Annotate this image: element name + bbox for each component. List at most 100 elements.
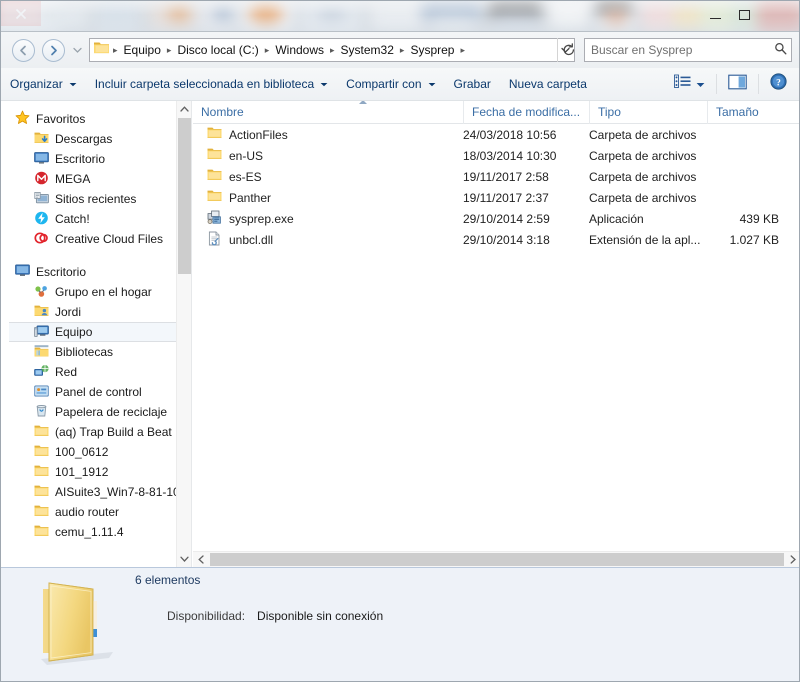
column-header-tipo[interactable]: Tipo	[589, 100, 707, 124]
scroll-down-arrow-icon[interactable]	[177, 551, 191, 567]
share-with-button[interactable]: Compartir con	[337, 72, 444, 97]
breadcrumb-separator: ▸	[166, 45, 172, 55]
breadcrumb-bar[interactable]: ▸ Equipo ▸ Disco local (C:) ▸ Windows ▸ …	[89, 38, 575, 62]
file-size	[707, 124, 793, 145]
file-type: Aplicación	[589, 211, 644, 226]
sidebar-item-papelera-de-reciclaje[interactable]: Papelera de reciclaje	[1, 402, 177, 422]
scroll-left-arrow-icon[interactable]	[193, 552, 209, 567]
file-name: ActionFiles	[229, 127, 288, 142]
sidebar-item-sitios-recientes[interactable]: Sitios recientes	[1, 189, 177, 209]
change-view-button[interactable]	[668, 72, 711, 97]
breadcrumb-separator: ▸	[330, 45, 335, 55]
file-list-horizontal-scrollbar[interactable]	[193, 551, 799, 567]
include-in-library-label: Incluir carpeta seleccionada en bibliote…	[94, 77, 315, 91]
forward-button[interactable]	[42, 39, 65, 62]
search-input[interactable]	[585, 43, 769, 57]
sidebar-group-escritorio[interactable]: Escritorio	[1, 262, 177, 282]
table-row[interactable]: sysprep.exe 29/10/2014 2:59 Aplicación 4…	[193, 208, 799, 229]
folder-icon	[34, 504, 49, 521]
help-button[interactable]: ?	[764, 72, 793, 97]
file-name-cell[interactable]: ActionFiles	[193, 124, 463, 145]
sidebar-item-grupo-en-el-hogar[interactable]: Grupo en el hogar	[1, 282, 177, 302]
sidebar-item-label: cemu_1.11.4	[55, 525, 124, 539]
preview-pane-button[interactable]	[722, 72, 753, 97]
sidebar-item-red[interactable]: Red	[1, 362, 177, 382]
file-name-cell[interactable]: es-ES	[193, 166, 463, 187]
column-header-nombre[interactable]: Nombre	[193, 100, 463, 124]
sidebar-item-100-0612[interactable]: 100_0612	[1, 442, 177, 462]
navigation-pane-scrollbar[interactable]	[176, 101, 191, 567]
sidebar-item-creative-cloud-files[interactable]: Creative Cloud Files	[1, 229, 177, 249]
table-row[interactable]: en-US 18/03/2014 10:30 Carpeta de archiv…	[193, 145, 799, 166]
folder-icon	[207, 147, 222, 164]
breadcrumb-item-windows[interactable]: Windows	[271, 39, 328, 61]
new-folder-button[interactable]: Nueva carpeta	[500, 72, 596, 97]
breadcrumb-item-sysprep[interactable]: Sysprep	[406, 39, 458, 61]
sidebar-item-escritorio-fav[interactable]: Escritorio	[1, 149, 177, 169]
sidebar-item-jordi[interactable]: Jordi	[1, 302, 177, 322]
sidebar-item-catch[interactable]: Catch!	[1, 209, 177, 229]
file-size: 1.027 KB	[729, 232, 779, 247]
column-label: Tipo	[598, 105, 621, 119]
scrollbar-thumb[interactable]	[210, 553, 784, 566]
file-name-cell[interactable]: unbcl.dll	[193, 229, 463, 250]
sidebar-item-trap-build-a-beat[interactable]: (aq) Trap Build a Beat	[1, 422, 177, 442]
search-box[interactable]	[584, 38, 792, 62]
table-row[interactable]: ActionFiles 24/03/2018 10:56 Carpeta de …	[193, 124, 799, 145]
sidebar-group-favoritos[interactable]: Favoritos	[1, 109, 177, 129]
file-name-cell[interactable]: sysprep.exe	[193, 208, 463, 229]
refresh-button[interactable]	[557, 38, 579, 62]
column-header-tamano[interactable]: Tamaño	[707, 100, 793, 124]
sidebar-item-audio-router[interactable]: audio router	[1, 502, 177, 522]
scrollbar-thumb[interactable]	[178, 118, 191, 274]
file-size: 439 KB	[739, 211, 779, 226]
table-row[interactable]: Panther 19/11/2017 2:37 Carpeta de archi…	[193, 187, 799, 208]
scroll-right-arrow-icon[interactable]	[785, 552, 799, 567]
burn-button[interactable]: Grabar	[445, 72, 500, 97]
network-icon	[34, 364, 49, 381]
sidebar-group-label: Escritorio	[36, 265, 87, 279]
file-date: 18/03/2014 10:30	[463, 148, 557, 163]
svg-text:?: ?	[776, 78, 781, 88]
search-icon[interactable]	[769, 42, 791, 58]
sidebar-item-panel-de-control[interactable]: Panel de control	[1, 382, 177, 402]
breadcrumb-separator: ▸	[264, 45, 270, 55]
maximize-button[interactable]	[730, 4, 759, 26]
table-row[interactable]: unbcl.dll 29/10/2014 3:18 Extensión de l…	[193, 229, 799, 250]
minimize-button[interactable]	[701, 4, 730, 26]
glass-sheen	[1, 1, 799, 32]
file-name: sysprep.exe	[229, 211, 294, 226]
file-date: 19/11/2017 2:37	[463, 190, 549, 205]
breadcrumb-item-equipo[interactable]: Equipo	[120, 39, 165, 61]
folder-icon	[34, 424, 49, 441]
sidebar-item-label: Equipo	[55, 325, 93, 339]
breadcrumb-item-disco-local[interactable]: Disco local (C:)	[173, 39, 262, 61]
sidebar-item-mega[interactable]: MEGA	[1, 169, 177, 189]
sidebar-item-equipo[interactable]: Equipo	[9, 322, 176, 342]
breadcrumb-item-system32[interactable]: System32	[337, 39, 398, 61]
file-name-cell[interactable]: en-US	[193, 145, 463, 166]
creative-cloud-icon	[34, 231, 49, 248]
sidebar-item-aisuite3[interactable]: AISuite3_Win7-8-81-10	[1, 482, 177, 502]
sidebar-item-descargas[interactable]: Descargas	[1, 129, 177, 149]
sidebar-item-bibliotecas[interactable]: Bibliotecas	[1, 342, 177, 362]
organize-button[interactable]: Organizar	[1, 72, 86, 97]
back-button[interactable]	[12, 39, 35, 62]
large-folder-icon	[29, 579, 121, 672]
sidebar-item-label: Grupo en el hogar	[55, 285, 152, 299]
recent-pages-button[interactable]	[71, 45, 84, 55]
file-name-cell[interactable]: Panther	[193, 187, 463, 208]
column-header-fecha[interactable]: Fecha de modifica...	[463, 100, 589, 124]
include-in-library-button[interactable]: Incluir carpeta seleccionada en bibliote…	[86, 72, 337, 97]
column-label: Tamaño	[716, 105, 759, 119]
sidebar-item-101-1912[interactable]: 101_1912	[1, 462, 177, 482]
scroll-up-arrow-icon[interactable]	[177, 101, 191, 117]
table-row[interactable]: es-ES 19/11/2017 2:58 Carpeta de archivo…	[193, 166, 799, 187]
sidebar-item-cemu[interactable]: cemu_1.11.4	[1, 522, 177, 542]
folder-icon	[207, 126, 222, 143]
downloads-folder-icon	[34, 131, 49, 148]
file-size	[707, 166, 793, 187]
file-name: es-ES	[229, 169, 262, 184]
homegroup-icon	[34, 284, 49, 301]
